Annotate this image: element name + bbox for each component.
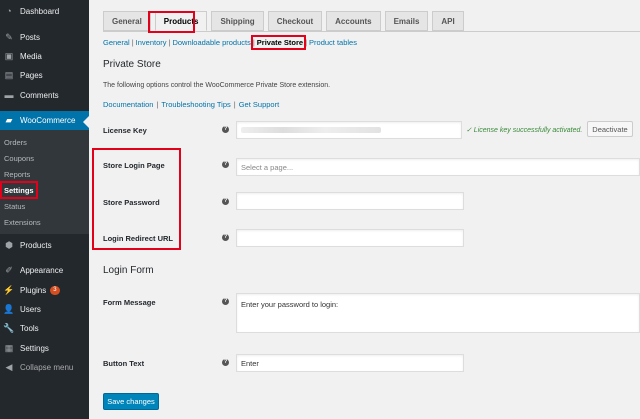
store-password-input[interactable] bbox=[236, 192, 464, 210]
help-icon[interactable]: ? bbox=[222, 198, 229, 205]
form-message-label: Form Message bbox=[103, 298, 156, 307]
help-links: Documentation | Troubleshooting Tips | Get… bbox=[103, 100, 280, 109]
woocommerce-submenu: Orders Coupons Reports Settings Status E… bbox=[0, 130, 89, 234]
store-login-page-select[interactable]: Select a page... bbox=[236, 158, 640, 176]
woocommerce-icon: ▰ bbox=[5, 115, 13, 125]
license-key-value bbox=[241, 127, 381, 133]
collapse-menu-button[interactable]: ◀ Collapse menu bbox=[0, 358, 89, 377]
pin-icon: ✎ bbox=[5, 32, 13, 42]
store-login-page-label: Store Login Page bbox=[103, 161, 165, 170]
submenu-extensions[interactable]: Extensions bbox=[4, 215, 41, 229]
products-icon: ⬢ bbox=[5, 240, 13, 250]
documentation-link[interactable]: Documentation bbox=[103, 100, 153, 109]
menu-settings[interactable]: ▦ Settings bbox=[0, 339, 89, 358]
settings-main: General Products Shipping Checkout Accou… bbox=[89, 0, 640, 419]
tab-general[interactable]: General bbox=[103, 11, 151, 31]
plugins-update-badge: 3 bbox=[50, 286, 60, 295]
license-valid-message: ✓ License key successfully activated. bbox=[466, 127, 583, 134]
menu-appearance[interactable]: ✐ Appearance bbox=[0, 261, 89, 280]
section-title-login-form: Login Form bbox=[103, 265, 154, 276]
collapse-icon: ◀ bbox=[5, 362, 13, 372]
tools-icon: 🔧 bbox=[3, 323, 15, 333]
subnav-general[interactable]: General bbox=[103, 38, 130, 47]
store-password-label: Store Password bbox=[103, 198, 160, 207]
appearance-icon: ✐ bbox=[5, 265, 13, 275]
help-icon[interactable]: ? bbox=[222, 359, 229, 366]
help-icon[interactable]: ? bbox=[222, 161, 229, 168]
login-redirect-url-label: Login Redirect URL bbox=[103, 234, 174, 243]
menu-woocommerce[interactable]: ▰ WooCommerce bbox=[0, 111, 89, 130]
menu-posts[interactable]: ✎ Posts bbox=[0, 28, 89, 47]
subnav-product-tables[interactable]: Product tables bbox=[309, 38, 357, 47]
tab-checkout[interactable]: Checkout bbox=[267, 11, 323, 31]
media-icon: ▣ bbox=[4, 51, 14, 61]
section-description: The following options control the WooCom… bbox=[103, 82, 331, 89]
form-message-textarea[interactable]: Enter your password to login: bbox=[236, 293, 640, 333]
menu-pages[interactable]: ▤ Pages bbox=[0, 66, 89, 85]
section-subnav: General | Inventory | Downloadable product… bbox=[103, 38, 357, 47]
menu-users[interactable]: 👤 Users bbox=[0, 300, 89, 319]
tab-accounts[interactable]: Accounts bbox=[326, 11, 381, 31]
help-icon[interactable]: ? bbox=[222, 298, 229, 305]
menu-plugins[interactable]: ⚡ Plugins 3 bbox=[0, 281, 89, 300]
login-redirect-url-input[interactable] bbox=[236, 229, 464, 247]
troubleshooting-link[interactable]: Troubleshooting Tips bbox=[161, 100, 230, 109]
subnav-private-store[interactable]: Private Store bbox=[257, 38, 303, 47]
license-key-input[interactable] bbox=[236, 121, 462, 139]
submenu-status[interactable]: Status bbox=[4, 199, 25, 213]
comments-icon: ▬ bbox=[4, 90, 14, 100]
help-icon[interactable]: ? bbox=[222, 234, 229, 241]
section-title-private-store: Private Store bbox=[103, 59, 161, 70]
button-text-label: Button Text bbox=[103, 359, 145, 368]
license-key-label: License Key bbox=[103, 126, 147, 135]
submenu-reports[interactable]: Reports bbox=[4, 167, 30, 181]
tab-emails[interactable]: Emails bbox=[384, 11, 429, 31]
menu-dashboard[interactable]: ◔ Dashboard bbox=[0, 2, 89, 21]
tab-shipping[interactable]: Shipping bbox=[211, 11, 264, 31]
menu-tools[interactable]: 🔧 Tools bbox=[0, 319, 89, 338]
tab-products[interactable]: Products bbox=[154, 11, 208, 31]
admin-sidebar: ◔ Dashboard ✎ Posts ▣ Media ▤ Pages ▬ Comment… bbox=[0, 0, 89, 419]
dashboard-icon: ◔ bbox=[6, 6, 12, 16]
settings-icon: ▦ bbox=[4, 343, 14, 353]
submenu-settings[interactable]: Settings bbox=[4, 183, 34, 197]
help-icon[interactable]: ? bbox=[222, 126, 229, 133]
save-changes-button[interactable]: Save changes bbox=[103, 393, 159, 410]
tab-divider bbox=[103, 31, 640, 32]
menu-media[interactable]: ▣ Media bbox=[0, 47, 89, 66]
subnav-downloadable-products[interactable]: Downloadable products bbox=[172, 38, 250, 47]
menu-comments[interactable]: ▬ Comments bbox=[0, 86, 89, 105]
plugins-icon: ⚡ bbox=[3, 285, 15, 295]
users-icon: 👤 bbox=[3, 304, 15, 314]
menu-products[interactable]: ⬢ Products bbox=[0, 236, 89, 255]
submenu-coupons[interactable]: Coupons bbox=[4, 151, 34, 165]
tab-api[interactable]: API bbox=[432, 11, 464, 31]
support-link[interactable]: Get Support bbox=[239, 100, 279, 109]
button-text-input[interactable]: Enter bbox=[236, 354, 464, 372]
submenu-orders[interactable]: Orders bbox=[4, 135, 27, 149]
pages-icon: ▤ bbox=[4, 70, 14, 80]
settings-tabs: General Products Shipping Checkout Accou… bbox=[103, 11, 468, 31]
deactivate-button[interactable]: Deactivate bbox=[587, 121, 633, 137]
subnav-inventory[interactable]: Inventory bbox=[136, 38, 167, 47]
